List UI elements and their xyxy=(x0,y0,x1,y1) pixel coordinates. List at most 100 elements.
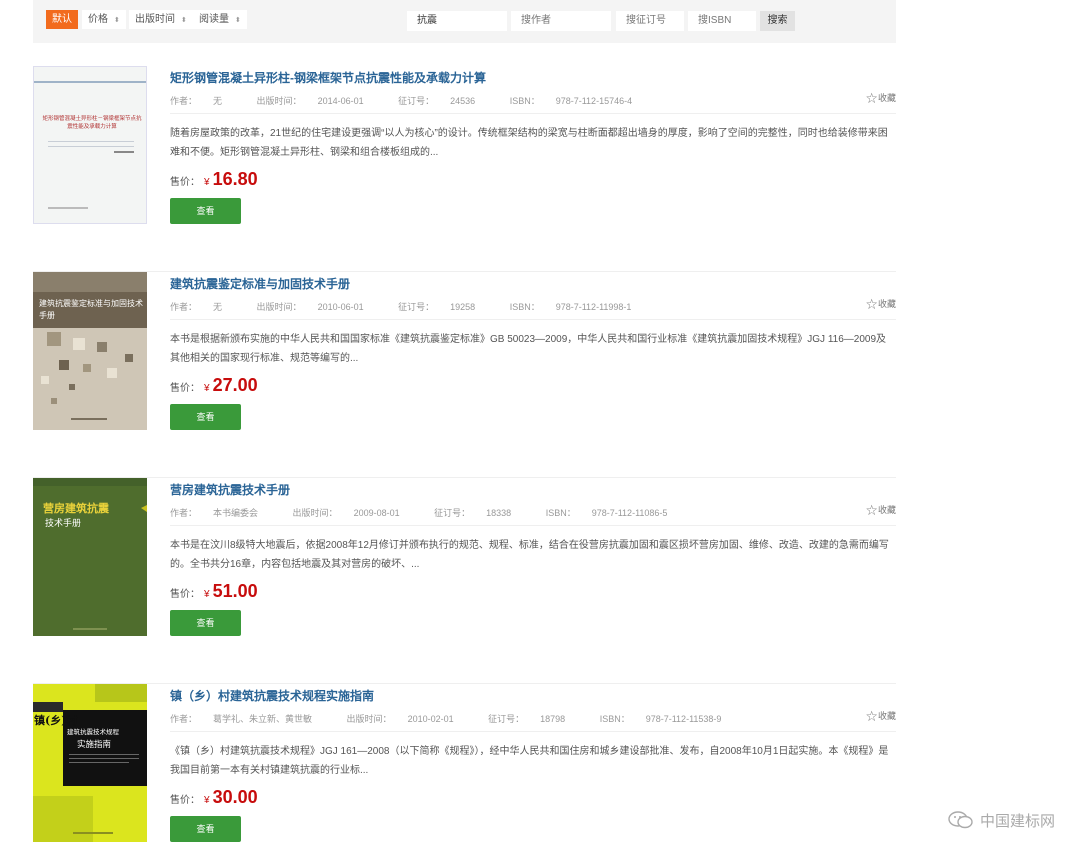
price-value: 30.00 xyxy=(212,787,258,807)
cover-art xyxy=(34,67,146,223)
book-cover[interactable]: 矩形钢管混凝土异形柱－钢梁框架节点抗震性能及承载力计算 xyxy=(33,66,147,224)
book-item: 建筑抗震鉴定标准与加固技术手册 建筑抗震鉴定标准与加固技术手册 作者： 无 出版时… xyxy=(33,272,896,478)
book-meta: 作者： 葛学礼、朱立新、黄世敏 出版时间： 2010-02-01 征订号： 18798… xyxy=(170,712,753,725)
star-icon: ☆ xyxy=(865,90,878,106)
isbn-label: ISBN： xyxy=(545,508,576,518)
isbn-value: 978-7-112-11086-5 xyxy=(591,508,668,518)
price-row: 售价： ¥30.00 xyxy=(170,787,258,808)
date-value: 2009-08-01 xyxy=(353,508,400,518)
order-value: 18798 xyxy=(540,714,566,724)
book-info: 建筑抗震鉴定标准与加固技术手册 作者： 无 出版时间： 2010-06-01 征订号… xyxy=(170,272,896,442)
view-button[interactable]: 查看 xyxy=(170,198,241,224)
order-value: 19258 xyxy=(450,302,476,312)
book-description: 本书是在汶川8级特大地震后，依据2008年12月修订并颁布执行的规范、规程、标准… xyxy=(170,540,889,570)
price-value: 51.00 xyxy=(212,581,258,601)
filter-bar: 默认 价格 ⬍ 出版时间 ⬍ 阅读量 ⬍ 抗震 搜作者 搜征订号 搜ISBN 搜索 xyxy=(33,0,896,43)
book-info: 营房建筑抗震技术手册 作者： 本书编委会 出版时间： 2009-08-01 征订号：… xyxy=(170,478,896,648)
order-label: 征订号： xyxy=(434,508,471,518)
sort-reads-button[interactable]: 阅读量 ⬍ xyxy=(193,10,247,29)
date-field: 出版时间： 2014-06-01 xyxy=(257,96,380,106)
currency-symbol: ¥ xyxy=(204,177,210,188)
price-label: 售价： xyxy=(170,383,200,394)
sort-price-label: 价格 xyxy=(88,14,108,25)
wechat-icon xyxy=(948,810,974,834)
keyword-value: 抗震 xyxy=(417,15,437,26)
date-label: 出版时间： xyxy=(292,508,338,518)
author-search-input[interactable]: 搜作者 xyxy=(511,11,611,31)
cover-art xyxy=(33,272,147,430)
order-search-input[interactable]: 搜征订号 xyxy=(616,11,684,31)
book-item: 矩形钢管混凝土异形柱－钢梁框架节点抗震性能及承载力计算 矩形钢管混凝土异形柱-钢… xyxy=(33,66,896,272)
divider xyxy=(170,525,896,526)
cover-subtitle: 建筑抗震技术规程 xyxy=(67,728,119,736)
date-value: 2010-02-01 xyxy=(407,714,454,724)
isbn-field: ISBN： 978-7-112-15746-4 xyxy=(510,96,648,106)
cover-title: 营房建筑抗震 xyxy=(43,502,109,515)
favorite-button[interactable]: ☆收藏 xyxy=(865,502,896,519)
view-button[interactable]: 查看 xyxy=(170,404,241,430)
isbn-search-input[interactable]: 搜ISBN xyxy=(688,11,756,31)
date-label: 出版时间： xyxy=(256,302,302,312)
search-button[interactable]: 搜索 xyxy=(760,11,795,31)
favorite-button[interactable]: ☆收藏 xyxy=(865,296,896,313)
book-meta: 作者： 无 出版时间： 2014-06-01 征订号： 24536 ISBN： 978-… xyxy=(170,94,664,107)
book-title[interactable]: 营房建筑抗震技术手册 xyxy=(170,481,290,498)
author-field: 作者： 葛学礼、朱立新、黄世敏 xyxy=(170,714,328,724)
sort-default-button[interactable]: 默认 xyxy=(46,10,78,29)
order-placeholder: 搜征订号 xyxy=(626,15,666,26)
currency-symbol: ¥ xyxy=(204,795,210,806)
date-label: 出版时间： xyxy=(346,714,392,724)
author-value: 无 xyxy=(213,96,223,106)
book-title[interactable]: 建筑抗震鉴定标准与加固技术手册 xyxy=(170,275,350,292)
cover-art xyxy=(33,684,147,842)
author-field: 作者： 无 xyxy=(170,96,238,106)
price-label: 售价： xyxy=(170,589,200,600)
favorite-label: 收藏 xyxy=(877,299,896,309)
price-row: 售价： ¥51.00 xyxy=(170,581,258,602)
author-placeholder: 搜作者 xyxy=(521,15,551,26)
divider xyxy=(170,319,896,320)
author-label: 作者： xyxy=(170,508,198,518)
book-description: 《镇（乡）村建筑抗震技术规程》JGJ 161—2008（以下简称《规程》），经中… xyxy=(170,746,889,776)
book-cover[interactable]: 营房建筑抗震 技术手册 xyxy=(33,478,147,636)
book-cover[interactable]: 建筑抗震鉴定标准与加固技术手册 xyxy=(33,272,147,430)
book-cover[interactable]: 镇(乡)村 建筑抗震技术规程 实施指南 xyxy=(33,684,147,842)
book-item: 营房建筑抗震 技术手册 营房建筑抗震技术手册 作者： 本书编委会 出版时间： 200… xyxy=(33,478,896,684)
view-button[interactable]: 查看 xyxy=(170,610,241,636)
price-row: 售价： ¥27.00 xyxy=(170,375,258,396)
book-title[interactable]: 矩形钢管混凝土异形柱-钢梁框架节点抗震性能及承载力计算 xyxy=(170,69,486,86)
cover-subtitle: 技术手册 xyxy=(45,519,82,529)
isbn-label: ISBN： xyxy=(599,714,630,724)
sort-date-button[interactable]: 出版时间 ⬍ xyxy=(129,10,193,29)
order-label: 征订号： xyxy=(398,302,435,312)
isbn-label: ISBN： xyxy=(509,302,540,312)
isbn-field: ISBN： 978-7-112-11086-5 xyxy=(546,508,684,518)
favorite-label: 收藏 xyxy=(877,93,896,103)
favorite-button[interactable]: ☆收藏 xyxy=(865,708,896,725)
order-field: 征订号： 18338 xyxy=(434,508,527,518)
date-label: 出版时间： xyxy=(256,96,302,106)
cover-title: 建筑抗震鉴定标准与加固技术手册 xyxy=(39,299,143,320)
book-info: 镇（乡）村建筑抗震技术规程实施指南 作者： 葛学礼、朱立新、黄世敏 出版时间： 20… xyxy=(170,684,896,854)
price-value: 27.00 xyxy=(212,375,258,395)
favorite-button[interactable]: ☆收藏 xyxy=(865,90,896,107)
isbn-field: ISBN： 978-7-112-11998-1 xyxy=(510,302,648,312)
view-button[interactable]: 查看 xyxy=(170,816,241,842)
keyword-search-input[interactable]: 抗震 xyxy=(407,11,507,31)
book-item: 镇(乡)村 建筑抗震技术规程 实施指南 镇（乡）村建筑抗震技术规程实施指南 作者… xyxy=(33,684,896,846)
cover-subtitle: 实施指南 xyxy=(77,740,112,750)
book-title[interactable]: 镇（乡）村建筑抗震技术规程实施指南 xyxy=(170,687,374,704)
author-value: 葛学礼、朱立新、黄世敏 xyxy=(213,714,313,724)
isbn-value: 978-7-112-11998-1 xyxy=(555,302,632,312)
sort-reads-label: 阅读量 xyxy=(199,14,229,25)
sort-price-button[interactable]: 价格 ⬍ xyxy=(82,10,126,29)
date-field: 出版时间： 2010-06-01 xyxy=(257,302,380,312)
author-label: 作者： xyxy=(170,302,198,312)
book-meta: 作者： 无 出版时间： 2010-06-01 征订号： 19258 ISBN： 978-… xyxy=(170,300,663,313)
author-label: 作者： xyxy=(170,96,198,106)
isbn-placeholder: 搜ISBN xyxy=(698,15,732,26)
book-meta: 作者： 本书编委会 出版时间： 2009-08-01 征订号： 18338 ISBN：… xyxy=(170,506,699,519)
isbn-value: 978-7-112-11538-9 xyxy=(645,714,722,724)
date-value: 2014-06-01 xyxy=(317,96,364,106)
book-info: 矩形钢管混凝土异形柱-钢梁框架节点抗震性能及承载力计算 作者： 无 出版时间： 20… xyxy=(170,66,896,236)
